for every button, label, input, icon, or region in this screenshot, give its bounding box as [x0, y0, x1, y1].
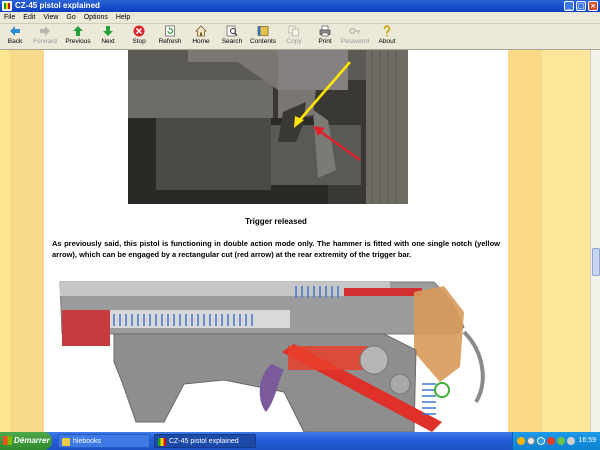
about-button[interactable]: About	[376, 25, 398, 49]
down-arrow-icon	[103, 26, 113, 36]
print-label: Print	[318, 38, 332, 45]
system-tray: 16:59	[512, 432, 600, 450]
about-label: About	[378, 38, 396, 45]
stop-button[interactable]: Stop	[128, 25, 150, 49]
task-cz45-label: CZ-45 pistol explained	[169, 438, 239, 445]
password-label: Password	[340, 38, 370, 45]
search-label: Search	[221, 38, 243, 45]
tray-icon-4[interactable]	[547, 437, 555, 445]
title-bar: CZ-45 pistol explained _ □ ×	[0, 0, 600, 12]
previous-button[interactable]: Previous	[63, 25, 93, 49]
app-icon	[158, 438, 166, 446]
next-button[interactable]: Next	[96, 25, 120, 49]
stop-icon	[133, 25, 145, 37]
print-button[interactable]: Print	[314, 25, 336, 49]
copy-button[interactable]: Copy	[283, 25, 305, 49]
volume-icon[interactable]	[567, 437, 575, 445]
forward-button[interactable]: Forward	[30, 25, 60, 49]
close-button[interactable]: ×	[588, 1, 598, 11]
app-icon	[2, 1, 12, 11]
window-title: CZ-45 pistol explained	[15, 1, 100, 10]
refresh-label: Refresh	[158, 38, 182, 45]
minimize-button[interactable]: _	[564, 1, 574, 11]
menu-bar: File Edit View Go Options Help	[0, 12, 600, 24]
start-label: Démarrer	[14, 436, 50, 445]
task-hlebooks-label: hlebooks	[73, 438, 102, 445]
back-button[interactable]: Back	[2, 25, 28, 49]
search-button[interactable]: Search	[220, 25, 244, 49]
up-arrow-icon	[73, 26, 83, 36]
task-cz45-window[interactable]: CZ-45 pistol explained	[154, 434, 256, 448]
tray-icon-2[interactable]	[527, 437, 535, 445]
previous-label: Previous	[65, 38, 91, 45]
password-button[interactable]: Password	[340, 25, 370, 49]
tray-icon-5[interactable]	[557, 437, 565, 445]
home-label: Home	[192, 38, 210, 45]
right-page-stripe-inner	[508, 50, 542, 432]
home-button[interactable]: Home	[190, 25, 212, 49]
description-paragraph: As previously said, this pistol is funct…	[52, 239, 500, 259]
windows-logo-icon	[3, 436, 12, 445]
figure-caption: Trigger released	[245, 217, 307, 226]
stop-label: Stop	[132, 38, 146, 45]
left-page-stripe-inner	[10, 50, 44, 432]
menu-go[interactable]: Go	[62, 12, 79, 23]
home-icon	[195, 25, 207, 37]
printer-icon	[319, 25, 331, 37]
refresh-icon	[165, 25, 175, 37]
folder-icon	[62, 438, 70, 446]
copy-label: Copy	[286, 38, 302, 45]
trigger-photo	[128, 50, 408, 204]
forward-label: Forward	[33, 38, 57, 45]
copy-icon	[288, 25, 299, 37]
menu-help[interactable]: Help	[112, 12, 134, 23]
taskbar: Démarrer hlebooks CZ-45 pistol explained…	[0, 432, 600, 450]
pistol-cutaway-diagram	[44, 272, 508, 432]
contents-label: Contents	[249, 38, 277, 45]
key-icon	[349, 27, 360, 35]
menu-file[interactable]: File	[0, 12, 19, 23]
page-content: Trigger released As previously said, thi…	[0, 50, 590, 432]
start-button[interactable]: Démarrer	[0, 432, 52, 450]
toolbar: Back Forward Previous Next Stop Refresh …	[0, 24, 600, 50]
next-label: Next	[101, 38, 115, 45]
task-hlebooks[interactable]: hlebooks	[58, 434, 150, 448]
back-label: Back	[7, 38, 23, 45]
refresh-button[interactable]: Refresh	[156, 25, 184, 49]
tray-icon-1[interactable]	[517, 437, 525, 445]
contents-button[interactable]: Contents	[249, 25, 277, 49]
menu-options[interactable]: Options	[80, 12, 112, 23]
vertical-scrollbar[interactable]	[590, 50, 600, 432]
search-icon	[226, 25, 238, 37]
clock: 16:59	[578, 437, 596, 444]
tray-icon-3[interactable]	[537, 437, 545, 445]
menu-view[interactable]: View	[39, 12, 62, 23]
forward-arrow-icon	[40, 26, 50, 36]
scroll-thumb[interactable]	[592, 248, 600, 276]
back-arrow-icon	[10, 26, 20, 36]
book-icon	[257, 26, 269, 36]
help-icon	[383, 25, 391, 37]
maximize-button[interactable]: □	[576, 1, 586, 11]
menu-edit[interactable]: Edit	[19, 12, 39, 23]
